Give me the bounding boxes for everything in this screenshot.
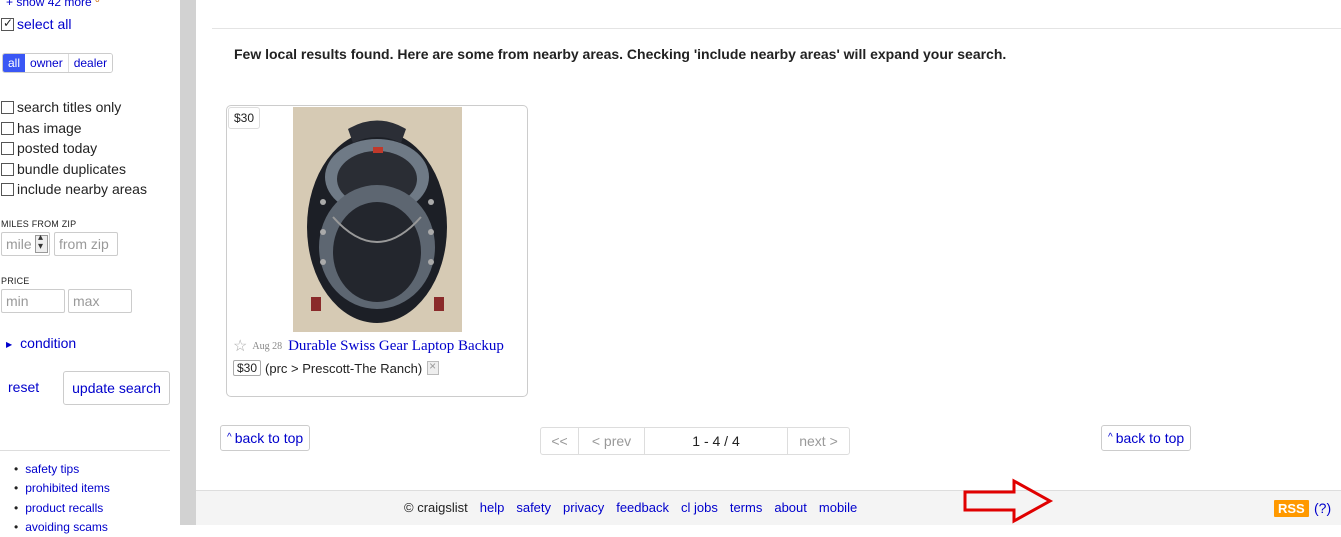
red-arrow-annotation-icon	[962, 478, 1054, 524]
has-image-option[interactable]: has image	[1, 120, 82, 136]
include-nearby-areas-option[interactable]: include nearby areas	[1, 181, 147, 197]
search-titles-only-label: search titles only	[17, 99, 121, 115]
max-price-input[interactable]: max	[68, 289, 132, 313]
condition-label: condition	[20, 335, 76, 351]
min-price-input[interactable]: min	[1, 289, 65, 313]
triangle-right-icon: ▶	[6, 340, 12, 349]
has-image-checkbox[interactable]	[1, 122, 14, 135]
footer-feedback-link[interactable]: feedback	[616, 500, 669, 515]
footer-safety-link[interactable]: safety	[516, 500, 551, 515]
caret-up-icon: ^	[227, 432, 232, 443]
rss-help-link[interactable]: (?)	[1314, 500, 1331, 516]
safety-tips-link[interactable]: safety tips	[14, 459, 110, 479]
pagination: << < prev 1 - 4 / 4 next >	[540, 427, 850, 455]
zip-input[interactable]: from zip	[54, 232, 118, 256]
miles-from-zip-label: MILES FROM ZIP	[1, 219, 76, 229]
back-to-top-left-button[interactable]: ^back to top	[220, 425, 310, 451]
back-to-top-right-button[interactable]: ^back to top	[1101, 425, 1191, 451]
min-placeholder: min	[6, 293, 29, 309]
bundle-duplicates-checkbox[interactable]	[1, 163, 14, 176]
seller-type-owner[interactable]: owner	[25, 54, 68, 72]
include-nearby-areas-checkbox[interactable]	[1, 183, 14, 196]
search-titles-only-option[interactable]: search titles only	[1, 99, 121, 115]
page-range: 1 - 4 / 4	[644, 428, 787, 454]
posted-today-checkbox[interactable]	[1, 142, 14, 155]
rss-link[interactable]: RSS	[1274, 500, 1309, 517]
show-more-label: show 42 more	[16, 0, 91, 9]
listing-meta-row: $30 (prc > Prescott-The Ranch)	[233, 360, 439, 376]
posted-today-label: posted today	[17, 140, 97, 156]
plus-icon: +	[6, 0, 13, 9]
sidebar-help-links: safety tips prohibited items product rec…	[14, 459, 110, 537]
nearby-results-notice: Few local results found. Here are some f…	[234, 46, 1006, 62]
avoiding-scams-link[interactable]: avoiding scams	[14, 518, 110, 537]
sidebar-scrollbar[interactable]	[180, 0, 196, 525]
hide-listing-icon[interactable]	[427, 361, 439, 375]
select-all-label: select all	[17, 16, 71, 32]
listing-card[interactable]: $30 ☆ Aug 28 Durable Swiss Gear Laptop B…	[226, 105, 528, 397]
product-recalls-link[interactable]: product recalls	[14, 498, 110, 518]
prev-page-button[interactable]: < prev	[578, 428, 644, 454]
seller-type-toggle: all owner dealer	[2, 53, 113, 73]
listing-location: (prc > Prescott-The Ranch)	[265, 361, 422, 376]
footer-cl-jobs-link[interactable]: cl jobs	[681, 500, 718, 515]
results-area: Few local results found. Here are some f…	[196, 0, 1341, 490]
seller-type-all[interactable]: all	[3, 54, 25, 72]
listing-price-tag: $30	[228, 107, 260, 129]
backpack-image[interactable]	[293, 107, 462, 332]
price-label: PRICE	[1, 276, 30, 286]
search-titles-only-checkbox[interactable]	[1, 101, 14, 114]
caret-up-icon: ^	[1108, 432, 1113, 443]
show-more-link[interactable]: + show 42 more 0	[6, 0, 100, 9]
back-to-top-left-label: back to top	[235, 430, 304, 446]
footer-links: © craigslist help safety privacy feedbac…	[404, 500, 857, 515]
listing-title-row: ☆ Aug 28 Durable Swiss Gear Laptop Backu…	[233, 336, 504, 356]
condition-toggle[interactable]: ▶ condition	[6, 335, 76, 351]
sidebar-divider	[0, 450, 170, 451]
back-to-top-right-label: back to top	[1116, 430, 1185, 446]
listing-date: Aug 28	[252, 341, 282, 352]
first-page-button[interactable]: <<	[541, 428, 578, 454]
seller-type-dealer[interactable]: dealer	[68, 54, 112, 72]
sidebar: + show 42 more 0 select all all owner de…	[0, 0, 180, 525]
has-image-label: has image	[17, 120, 82, 136]
posted-today-option[interactable]: posted today	[1, 140, 97, 156]
footer-about-link[interactable]: about	[774, 500, 807, 515]
reset-link[interactable]: reset	[8, 379, 39, 395]
listing-title-link[interactable]: Durable Swiss Gear Laptop Backup	[288, 338, 504, 355]
bundle-duplicates-option[interactable]: bundle duplicates	[1, 161, 126, 177]
bundle-duplicates-label: bundle duplicates	[17, 161, 126, 177]
miles-placeholder: mile	[6, 236, 32, 252]
prohibited-items-link[interactable]: prohibited items	[14, 479, 110, 499]
listing-price: $30	[233, 360, 261, 376]
miles-input[interactable]: mile	[1, 232, 50, 256]
select-all-row[interactable]: select all	[1, 16, 71, 32]
copyright: © craigslist	[404, 500, 468, 515]
show-more-count: 0	[95, 0, 99, 4]
update-search-button[interactable]: update search	[63, 371, 170, 405]
include-nearby-areas-label: include nearby areas	[17, 181, 147, 197]
select-all-checkbox[interactable]	[1, 18, 14, 31]
footer-terms-link[interactable]: terms	[730, 500, 763, 515]
footer-mobile-link[interactable]: mobile	[819, 500, 857, 515]
next-page-button[interactable]: next >	[787, 428, 849, 454]
max-placeholder: max	[73, 293, 99, 309]
footer: © craigslist help safety privacy feedbac…	[196, 490, 1341, 525]
footer-privacy-link[interactable]: privacy	[563, 500, 604, 515]
miles-spinner-icon[interactable]	[35, 235, 48, 253]
footer-help-link[interactable]: help	[480, 500, 505, 515]
favorite-star-icon[interactable]: ☆	[233, 336, 247, 356]
zip-placeholder: from zip	[59, 236, 109, 252]
top-divider	[212, 28, 1341, 29]
